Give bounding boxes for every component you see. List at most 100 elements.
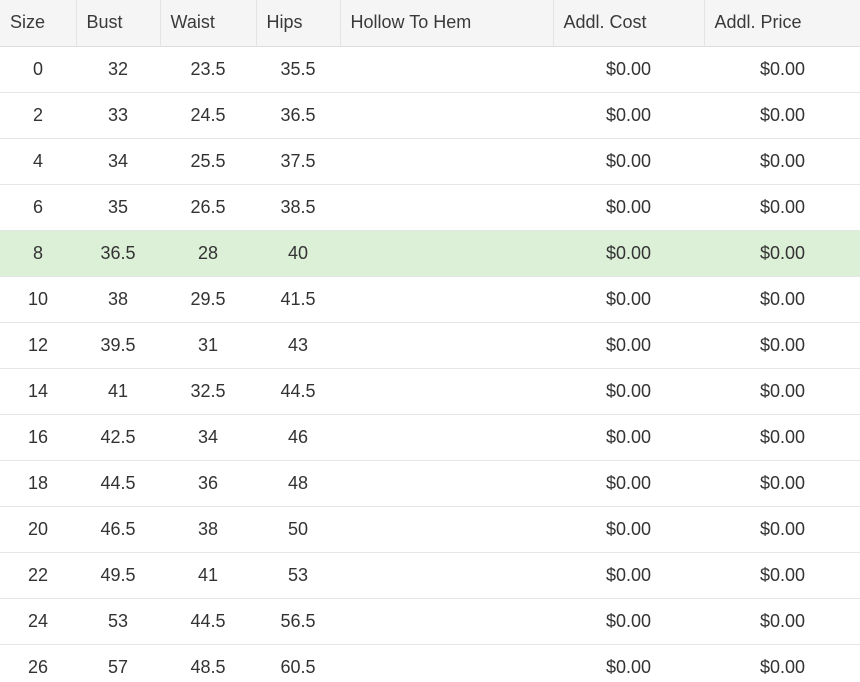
cell-bust: 39.5 [76,322,160,369]
cell-hips: 36.5 [256,92,340,139]
cell-waist: 24.5 [160,92,256,139]
cell-hollow-to-hem [340,552,553,599]
cell-addl-cost: $0.00 [553,276,704,323]
cell-size: 18 [0,460,76,507]
cell-addl-cost: $0.00 [553,598,704,645]
cell-size: 6 [0,184,76,231]
cell-bust: 32 [76,46,160,93]
cell-hollow-to-hem [340,184,553,231]
cell-waist: 38 [160,506,256,553]
cell-addl-price: $0.00 [704,46,860,93]
cell-hollow-to-hem [340,322,553,369]
cell-addl-cost: $0.00 [553,414,704,461]
cell-addl-cost: $0.00 [553,46,704,93]
header-addl-price: Addl. Price [704,0,860,47]
cell-hips: 35.5 [256,46,340,93]
cell-bust: 49.5 [76,552,160,599]
cell-hollow-to-hem [340,598,553,645]
cell-addl-cost: $0.00 [553,368,704,415]
table-row: 14 41 32.5 44.5 $0.00 $0.00 [0,368,860,415]
cell-bust: 44.5 [76,460,160,507]
size-chart-table: Size Bust Waist Hips Hollow To Hem Addl.… [0,0,860,682]
header-row: Size Bust Waist Hips Hollow To Hem Addl.… [0,0,860,47]
cell-size: 8 [0,230,76,277]
cell-addl-price: $0.00 [704,414,860,461]
cell-size: 14 [0,368,76,415]
cell-addl-price: $0.00 [704,598,860,645]
cell-waist: 34 [160,414,256,461]
table-row: 22 49.5 41 53 $0.00 $0.00 [0,552,860,599]
table-row: 10 38 29.5 41.5 $0.00 $0.00 [0,276,860,323]
cell-hips: 41.5 [256,276,340,323]
table-row: 12 39.5 31 43 $0.00 $0.00 [0,322,860,369]
table-body: 0 32 23.5 35.5 $0.00 $0.00 2 33 24.5 36.5 $0.00 $0.… [0,46,860,682]
cell-size: 12 [0,322,76,369]
header-hollow-to-hem: Hollow To Hem [340,0,554,47]
cell-hollow-to-hem [340,460,553,507]
cell-hollow-to-hem [340,644,553,682]
table-row: 20 46.5 38 50 $0.00 $0.00 [0,506,860,553]
table-header: Size Bust Waist Hips Hollow To Hem Addl.… [0,0,860,47]
cell-bust: 35 [76,184,160,231]
cell-addl-price: $0.00 [704,138,860,185]
cell-size: 4 [0,138,76,185]
cell-addl-cost: $0.00 [553,230,704,277]
cell-hollow-to-hem [340,276,553,323]
cell-addl-price: $0.00 [704,322,860,369]
table-row-highlighted: 8 36.5 28 40 $0.00 $0.00 [0,230,860,277]
cell-bust: 57 [76,644,160,682]
cell-size: 0 [0,46,76,93]
cell-hollow-to-hem [340,230,553,277]
table-row: 0 32 23.5 35.5 $0.00 $0.00 [0,46,860,93]
cell-waist: 31 [160,322,256,369]
cell-bust: 34 [76,138,160,185]
cell-waist: 23.5 [160,46,256,93]
cell-addl-price: $0.00 [704,368,860,415]
cell-size: 20 [0,506,76,553]
cell-hips: 48 [256,460,340,507]
cell-hips: 50 [256,506,340,553]
cell-waist: 41 [160,552,256,599]
cell-hips: 40 [256,230,340,277]
cell-hips: 37.5 [256,138,340,185]
cell-hollow-to-hem [340,414,553,461]
cell-hips: 44.5 [256,368,340,415]
cell-addl-price: $0.00 [704,644,860,682]
cell-hips: 46 [256,414,340,461]
table-row: 26 57 48.5 60.5 $0.00 $0.00 [0,644,860,682]
cell-hips: 43 [256,322,340,369]
table-row: 16 42.5 34 46 $0.00 $0.00 [0,414,860,461]
cell-hollow-to-hem [340,92,553,139]
cell-waist: 28 [160,230,256,277]
cell-addl-cost: $0.00 [553,552,704,599]
cell-hips: 53 [256,552,340,599]
cell-waist: 32.5 [160,368,256,415]
cell-waist: 48.5 [160,644,256,682]
cell-hips: 56.5 [256,598,340,645]
header-bust: Bust [76,0,161,47]
cell-size: 26 [0,644,76,682]
cell-bust: 33 [76,92,160,139]
cell-addl-cost: $0.00 [553,506,704,553]
cell-hollow-to-hem [340,506,553,553]
cell-addl-price: $0.00 [704,92,860,139]
table-row: 6 35 26.5 38.5 $0.00 $0.00 [0,184,860,231]
cell-size: 24 [0,598,76,645]
cell-addl-cost: $0.00 [553,184,704,231]
cell-waist: 29.5 [160,276,256,323]
cell-waist: 36 [160,460,256,507]
cell-bust: 36.5 [76,230,160,277]
cell-bust: 42.5 [76,414,160,461]
header-size: Size [0,0,77,47]
cell-addl-price: $0.00 [704,230,860,277]
header-hips: Hips [256,0,341,47]
cell-addl-cost: $0.00 [553,138,704,185]
cell-bust: 38 [76,276,160,323]
cell-hips: 38.5 [256,184,340,231]
table-row: 4 34 25.5 37.5 $0.00 $0.00 [0,138,860,185]
cell-size: 10 [0,276,76,323]
cell-addl-price: $0.00 [704,460,860,507]
cell-waist: 26.5 [160,184,256,231]
cell-hips: 60.5 [256,644,340,682]
cell-size: 22 [0,552,76,599]
